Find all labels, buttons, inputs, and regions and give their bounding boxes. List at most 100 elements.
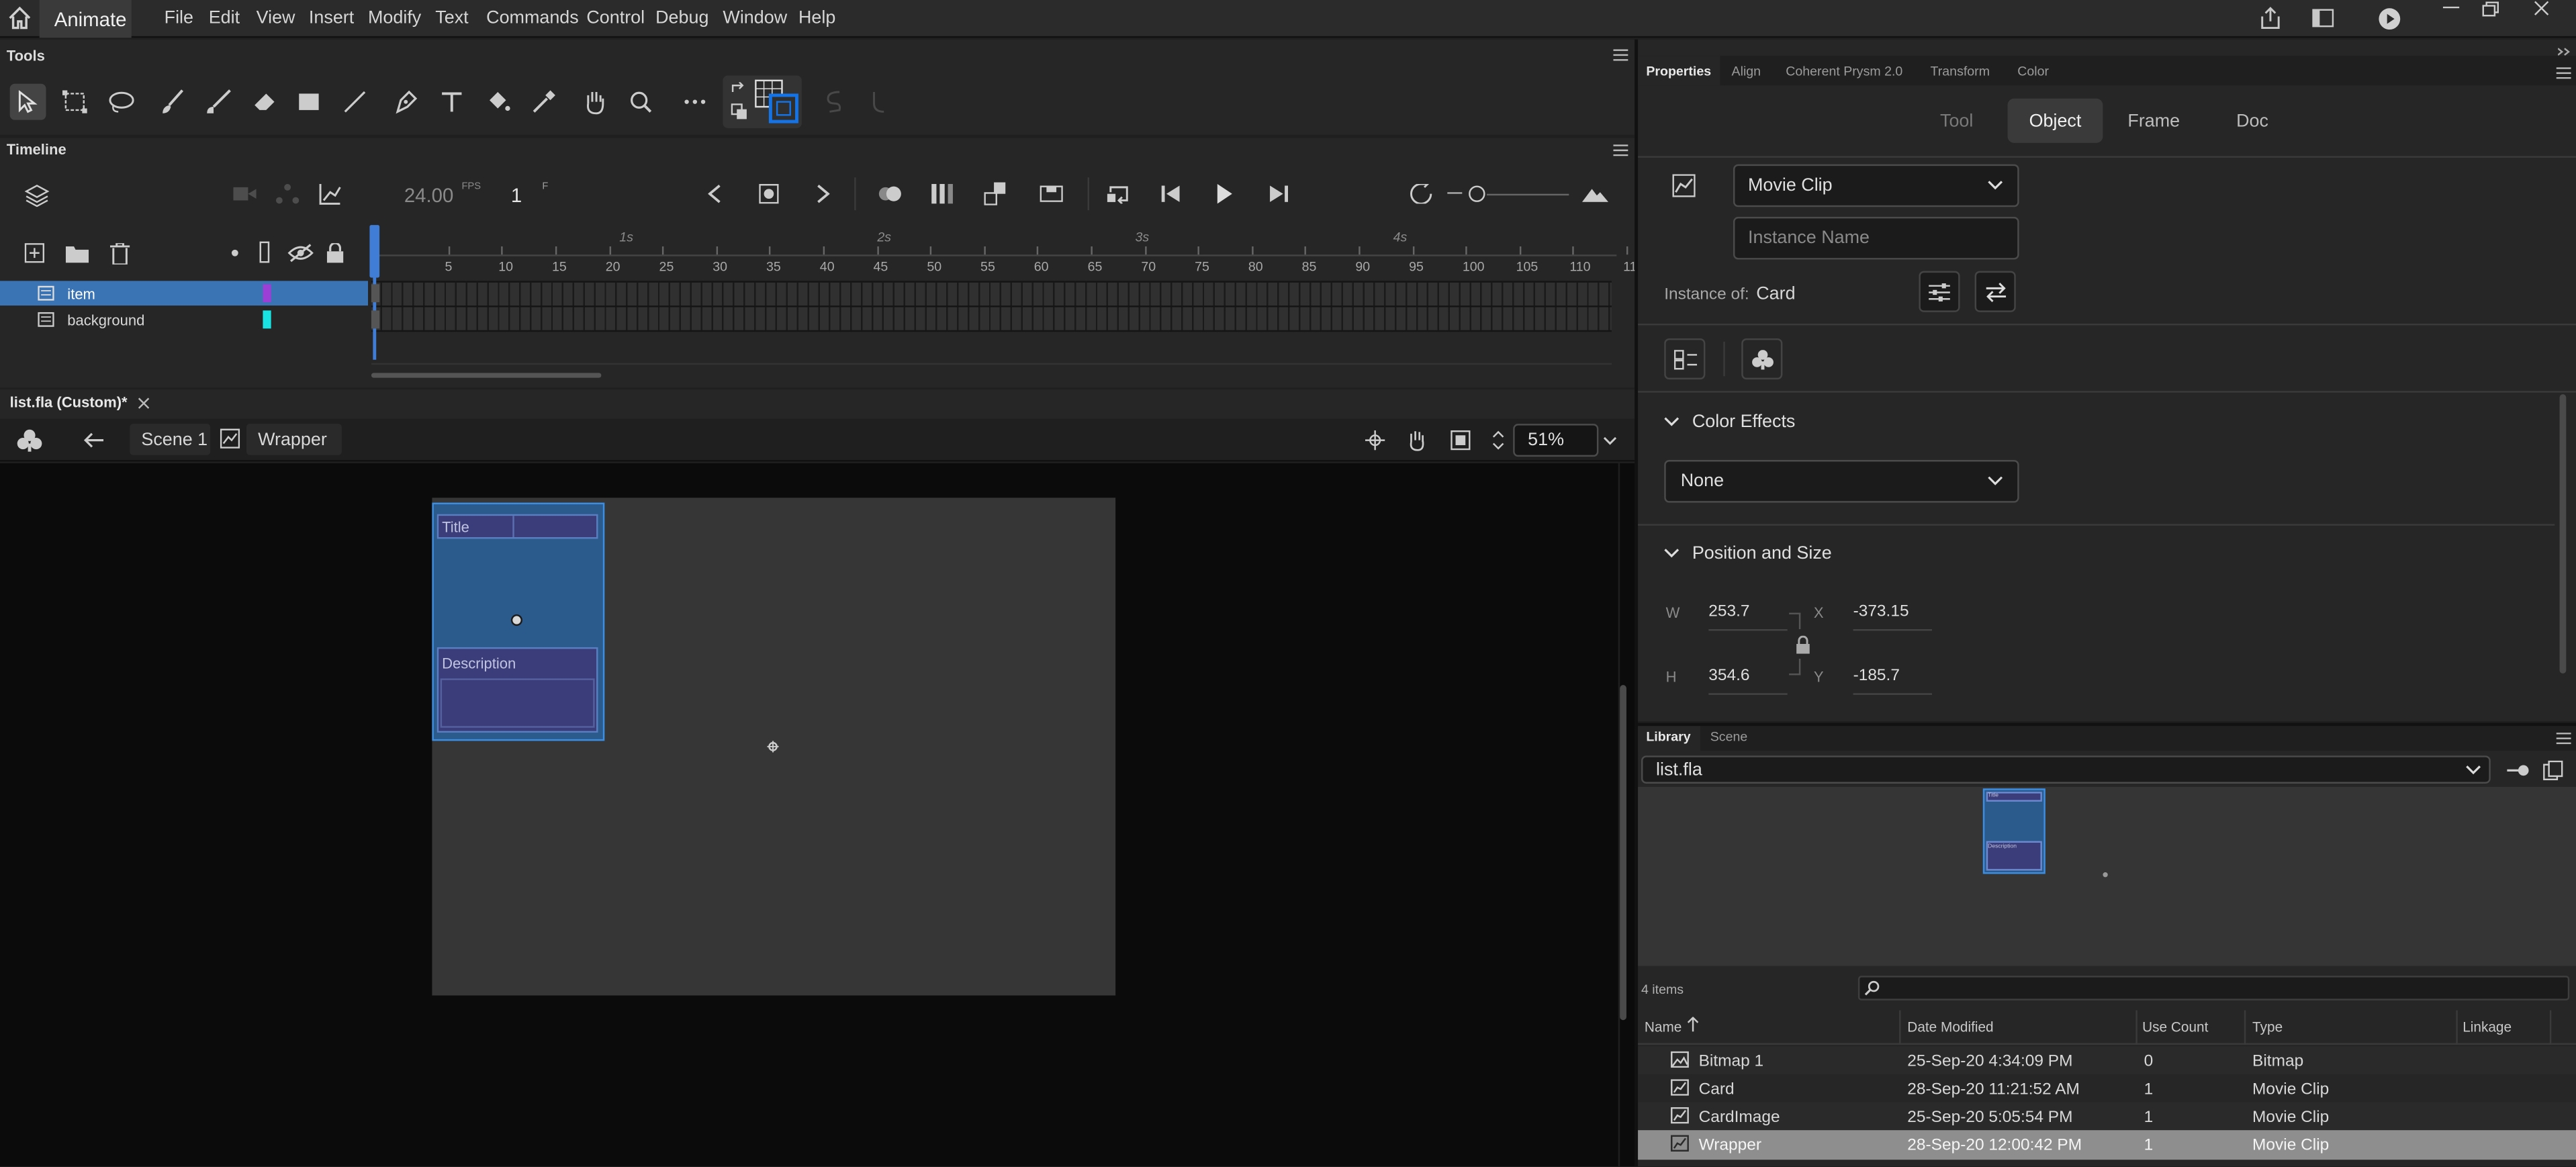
step-back-icon[interactable] bbox=[1158, 181, 1185, 207]
fit-frames-icon[interactable] bbox=[1406, 181, 1436, 207]
menu-debug[interactable]: Debug bbox=[655, 8, 708, 28]
insert-keyframe-icon[interactable] bbox=[755, 181, 782, 207]
library-search-input[interactable] bbox=[1857, 976, 2570, 1000]
highlight-layers-icon[interactable] bbox=[231, 249, 238, 256]
share-icon[interactable] bbox=[2257, 5, 2283, 31]
zoom-out-timeline[interactable] bbox=[1447, 192, 1463, 194]
chevron-down-icon[interactable] bbox=[1661, 544, 1680, 563]
table-row-selected[interactable] bbox=[1638, 1130, 2576, 1160]
layer-name-item[interactable]: item bbox=[67, 286, 95, 302]
workspace-icon[interactable] bbox=[2310, 5, 2336, 31]
zoom-input[interactable]: 51% bbox=[1513, 424, 1599, 457]
close-tab-icon[interactable] bbox=[135, 394, 151, 410]
segment-frame[interactable]: Frame bbox=[2109, 99, 2198, 143]
close-window-icon[interactable] bbox=[2530, 0, 2553, 16]
library-document-select[interactable]: list.fla bbox=[1641, 755, 2491, 784]
registration-crosshair-icon[interactable] bbox=[766, 739, 779, 753]
insert-blank-keyframe-icon[interactable] bbox=[1038, 181, 1064, 207]
properties-scroll-thumb[interactable] bbox=[2559, 394, 2567, 674]
panel-menu-icon[interactable] bbox=[1610, 141, 1630, 157]
layers-icon[interactable] bbox=[21, 181, 51, 210]
create-tween-icon[interactable] bbox=[982, 181, 1009, 207]
paint-bucket-tool-icon[interactable] bbox=[483, 87, 512, 117]
width-value[interactable]: 253.7 bbox=[1708, 603, 1749, 621]
restore-icon[interactable] bbox=[2479, 0, 2502, 16]
color-effects-heading[interactable]: Color Effects bbox=[1692, 412, 1796, 432]
tab-library[interactable]: Library bbox=[1646, 729, 1690, 744]
free-transform-tool-icon[interactable] bbox=[61, 87, 91, 117]
sort-ascending-icon[interactable] bbox=[1686, 1015, 1700, 1033]
menu-modify[interactable]: Modify bbox=[368, 8, 421, 28]
center-stage-icon[interactable] bbox=[1362, 427, 1388, 453]
brush-tool-icon[interactable] bbox=[158, 87, 187, 117]
outline-layers-icon[interactable] bbox=[259, 241, 270, 263]
eraser-tool-icon[interactable] bbox=[250, 87, 279, 117]
menu-edit[interactable]: Edit bbox=[209, 8, 240, 28]
table-row[interactable] bbox=[1638, 1046, 2576, 1074]
new-folder-icon[interactable] bbox=[64, 240, 90, 266]
layer-color-item[interactable] bbox=[263, 284, 271, 303]
next-keyframe-icon[interactable] bbox=[812, 181, 835, 207]
lock-layers-icon[interactable] bbox=[322, 240, 349, 266]
clip-content-icon[interactable] bbox=[1447, 427, 1473, 453]
panel-menu-icon[interactable] bbox=[2553, 729, 2573, 745]
chevron-down-icon[interactable] bbox=[1984, 471, 2004, 491]
column-divider[interactable] bbox=[1899, 1010, 1901, 1045]
onion-skin-icon[interactable] bbox=[876, 181, 905, 207]
symbol-breadcrumb[interactable]: Wrapper bbox=[258, 430, 327, 450]
menu-commands[interactable]: Commands bbox=[486, 8, 579, 28]
loop-icon[interactable] bbox=[1104, 181, 1134, 207]
column-divider[interactable] bbox=[2135, 1010, 2137, 1045]
swap-colors-icon[interactable] bbox=[729, 81, 749, 97]
rotate-stage-icon[interactable] bbox=[1401, 427, 1431, 453]
tab-color[interactable]: Color bbox=[2017, 64, 2049, 79]
panel-menu-icon[interactable] bbox=[2553, 64, 2573, 80]
zoom-tool-icon[interactable] bbox=[626, 87, 655, 117]
tab-properties[interactable]: Properties bbox=[1646, 64, 1711, 79]
back-icon[interactable] bbox=[81, 427, 107, 453]
menu-help[interactable]: Help bbox=[798, 8, 835, 28]
chevron-down-icon[interactable] bbox=[1600, 430, 1620, 450]
frame-ruler[interactable] bbox=[371, 228, 1617, 256]
tab-scene[interactable]: Scene bbox=[1710, 729, 1748, 744]
layer-color-background[interactable] bbox=[263, 310, 271, 329]
fps-value[interactable]: 24.00 bbox=[404, 184, 453, 207]
chevron-down-icon[interactable] bbox=[1661, 412, 1680, 432]
zoom-stepper-icon[interactable] bbox=[1488, 424, 1508, 457]
lasso-tool-icon[interactable] bbox=[107, 87, 136, 117]
timeline-zoom-track[interactable] bbox=[1487, 193, 1569, 196]
chevron-down-icon[interactable] bbox=[1984, 176, 2004, 195]
zoom-mountain-icon[interactable] bbox=[1580, 181, 1610, 207]
more-tools-icon[interactable] bbox=[680, 87, 710, 117]
menu-view[interactable]: View bbox=[257, 8, 295, 28]
stage-vscroll-thumb[interactable] bbox=[1620, 685, 1626, 1021]
menu-control[interactable]: Control bbox=[586, 8, 645, 28]
hand-tool-icon[interactable] bbox=[580, 87, 610, 117]
menu-text[interactable]: Text bbox=[435, 8, 468, 28]
play-icon[interactable] bbox=[1211, 181, 1237, 207]
graph-icon[interactable] bbox=[317, 181, 343, 207]
timeline-scrollbar[interactable] bbox=[371, 373, 602, 378]
segment-object[interactable]: Object bbox=[2008, 99, 2103, 143]
panel-menu-icon[interactable] bbox=[1610, 46, 1630, 62]
eyedropper-tool-icon[interactable] bbox=[529, 87, 559, 117]
column-divider[interactable] bbox=[2549, 1010, 2552, 1045]
pin-icon[interactable] bbox=[2505, 759, 2532, 782]
instance-name-input[interactable]: Instance Name bbox=[1733, 216, 2019, 260]
menu-window[interactable]: Window bbox=[723, 8, 787, 28]
column-name[interactable]: Name bbox=[1645, 1019, 1682, 1035]
scene-breadcrumb[interactable]: Scene 1 bbox=[141, 430, 208, 450]
tab-transform[interactable]: Transform bbox=[1931, 64, 1990, 79]
home-icon[interactable] bbox=[7, 5, 33, 31]
lock-icon[interactable] bbox=[1792, 633, 1812, 655]
previous-keyframe-icon[interactable] bbox=[703, 181, 726, 207]
symbol-type-select[interactable]: Movie Clip bbox=[1733, 164, 2019, 207]
edit-symbols-icon[interactable] bbox=[15, 426, 44, 455]
column-use-count[interactable]: Use Count bbox=[2142, 1019, 2208, 1035]
column-type[interactable]: Type bbox=[2252, 1019, 2283, 1035]
stroke-fill-color-icon[interactable] bbox=[754, 79, 800, 125]
default-colors-icon[interactable] bbox=[729, 102, 749, 122]
pen-tool-icon[interactable] bbox=[391, 87, 420, 117]
position-size-heading[interactable]: Position and Size bbox=[1692, 544, 1832, 563]
column-date-modified[interactable]: Date Modified bbox=[1907, 1019, 1993, 1035]
